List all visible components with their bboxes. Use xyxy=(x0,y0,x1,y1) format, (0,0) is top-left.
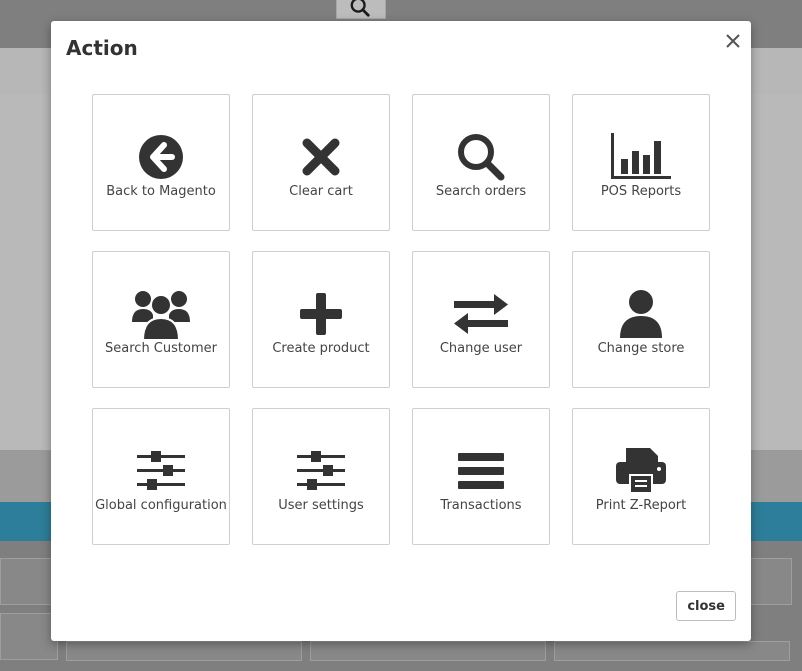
background-box xyxy=(310,641,546,661)
sliders-icon xyxy=(131,445,191,497)
create-product-button[interactable]: Create product xyxy=(252,251,390,388)
search-icon xyxy=(451,131,511,183)
modal-title: Action xyxy=(66,36,138,60)
background-box xyxy=(750,558,792,605)
background-search-button xyxy=(336,0,386,19)
background-box xyxy=(66,641,302,661)
tile-label: Create product xyxy=(272,341,370,356)
tile-label: Change store xyxy=(597,341,685,356)
user-icon xyxy=(611,288,671,340)
change-user-button[interactable]: Change user xyxy=(412,251,550,388)
global-configuration-button[interactable]: Global configuration xyxy=(92,408,230,545)
tile-label: Search orders xyxy=(435,184,527,199)
tile-label: POS Reports xyxy=(600,184,682,199)
user-settings-button[interactable]: User settings xyxy=(252,408,390,545)
printer-icon xyxy=(611,445,671,497)
change-store-button[interactable]: Change store xyxy=(572,251,710,388)
list-bars-icon xyxy=(451,445,511,497)
bar-chart-icon xyxy=(611,131,671,183)
search-icon xyxy=(350,0,370,17)
clear-cart-button[interactable]: Clear cart xyxy=(252,94,390,231)
background-box xyxy=(0,613,58,660)
arrow-left-circle-icon xyxy=(131,131,191,183)
transactions-button[interactable]: Transactions xyxy=(412,408,550,545)
search-customer-button[interactable]: Search Customer xyxy=(92,251,230,388)
pos-reports-button[interactable]: POS Reports xyxy=(572,94,710,231)
tile-label: Print Z-Report xyxy=(595,498,687,513)
tile-label: Global configuration xyxy=(95,498,227,513)
tile-label: Back to Magento xyxy=(106,184,216,199)
search-orders-button[interactable]: Search orders xyxy=(412,94,550,231)
action-modal: Action Back to Magento Clear cart Search… xyxy=(51,21,751,641)
tile-label: Clear cart xyxy=(289,184,353,199)
plus-icon xyxy=(291,288,351,340)
background-box xyxy=(554,641,790,661)
back-to-magento-button[interactable]: Back to Magento xyxy=(92,94,230,231)
close-icon[interactable] xyxy=(723,31,743,51)
background-box xyxy=(0,558,52,605)
sliders-icon xyxy=(291,445,351,497)
users-icon xyxy=(131,288,191,340)
action-grid: Back to Magento Clear cart Search orders xyxy=(92,94,710,545)
close-button[interactable]: close xyxy=(676,591,736,621)
tile-label: Search Customer xyxy=(105,341,217,356)
tile-label: Transactions xyxy=(440,498,522,513)
exchange-icon xyxy=(451,288,511,340)
print-z-report-button[interactable]: Print Z-Report xyxy=(572,408,710,545)
tile-label: User settings xyxy=(278,498,364,513)
tile-label: Change user xyxy=(439,341,523,356)
times-icon xyxy=(291,131,351,183)
